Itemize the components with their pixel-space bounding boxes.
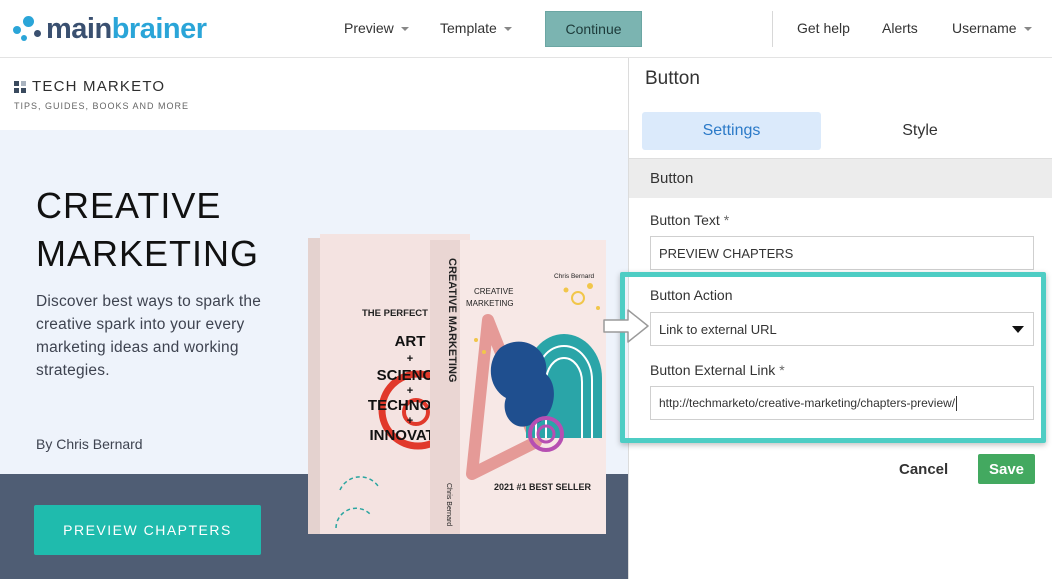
svg-text:+: + — [407, 385, 413, 397]
nav-preview-menu[interactable]: Preview — [344, 20, 409, 36]
save-button[interactable]: Save — [978, 454, 1035, 484]
cancel-button[interactable]: Cancel — [899, 456, 948, 482]
top-navigation-bar: mainbrainer Preview Template Continue Ge… — [0, 0, 1052, 58]
pointer-arrow-icon — [603, 309, 649, 343]
hero-title: CREATIVE MARKETING — [36, 185, 260, 274]
hero-author: By Chris Bernard — [36, 436, 143, 452]
username-menu[interactable]: Username — [952, 20, 1032, 36]
chevron-down-icon — [400, 27, 409, 31]
book-covers-illustration: THE PERFECT BLE ART + SCIENCE + TECHNOLO… — [308, 234, 606, 534]
external-link-input[interactable]: http://techmarketo/creative-marketing/ch… — [650, 386, 1034, 420]
svg-text:ART: ART — [395, 333, 426, 350]
page-preview: TECH MARKETO TIPS, GUIDES, BOOKS AND MOR… — [0, 58, 628, 579]
alerts-label: Alerts — [882, 20, 918, 36]
brand-tagline: TIPS, GUIDES, BOOKS AND MORE — [14, 101, 190, 111]
nav-template-menu[interactable]: Template — [440, 20, 512, 36]
logo-text: mainbrainer — [46, 12, 207, 45]
button-action-label: Button Action — [650, 287, 733, 303]
hero-description: Discover best ways to spark the creative… — [36, 293, 262, 379]
dropdown-caret-icon — [1012, 326, 1024, 333]
alerts-link[interactable]: Alerts — [882, 20, 918, 36]
get-help-label: Get help — [797, 20, 850, 36]
front-cover-title-1: CREATIVE — [474, 287, 513, 296]
external-link-label: Button External Link * — [650, 362, 785, 378]
chevron-down-icon — [503, 27, 512, 31]
nav-divider — [772, 11, 773, 47]
svg-text:+: + — [407, 415, 413, 427]
front-spine-title: CREATIVE MARKETING — [446, 258, 458, 382]
front-spine-author: Chris Bernard — [445, 483, 452, 526]
nav-template-label: Template — [440, 20, 497, 36]
panel-title: Button — [645, 68, 700, 89]
button-action-value: Link to external URL — [659, 321, 777, 337]
brand-name: TECH MARKETO — [32, 78, 166, 95]
button-text-label: Button Text * — [650, 212, 730, 228]
front-cover-author: Chris Bernard — [554, 273, 594, 280]
section-header-button[interactable]: Button — [629, 158, 1052, 198]
button-settings-panel: Button Settings Style Button Button Text… — [628, 58, 1052, 579]
preview-brand: TECH MARKETO TIPS, GUIDES, BOOKS AND MOR… — [14, 78, 189, 111]
tab-settings[interactable]: Settings — [642, 112, 821, 150]
text-cursor — [956, 395, 958, 411]
mainbrainer-logo[interactable]: mainbrainer — [10, 12, 207, 46]
continue-button[interactable]: Continue — [545, 11, 642, 47]
button-action-select[interactable]: Link to external URL — [650, 312, 1034, 346]
preview-chapters-button[interactable]: PREVIEW CHAPTERS — [34, 505, 261, 555]
username-label: Username — [952, 20, 1017, 36]
best-seller-badge: 2021 #1 BEST SELLER — [494, 482, 592, 492]
chevron-down-icon — [1023, 27, 1032, 31]
brand-grid-icon — [14, 80, 26, 93]
tab-style[interactable]: Style — [829, 112, 1011, 150]
front-cover-title-2: MARKETING — [466, 299, 514, 308]
svg-text:+: + — [407, 353, 413, 365]
get-help-link[interactable]: Get help — [797, 20, 850, 36]
nav-preview-label: Preview — [344, 20, 394, 36]
button-text-input[interactable]: PREVIEW CHAPTERS — [650, 236, 1034, 270]
logo-dots-icon — [10, 12, 44, 46]
